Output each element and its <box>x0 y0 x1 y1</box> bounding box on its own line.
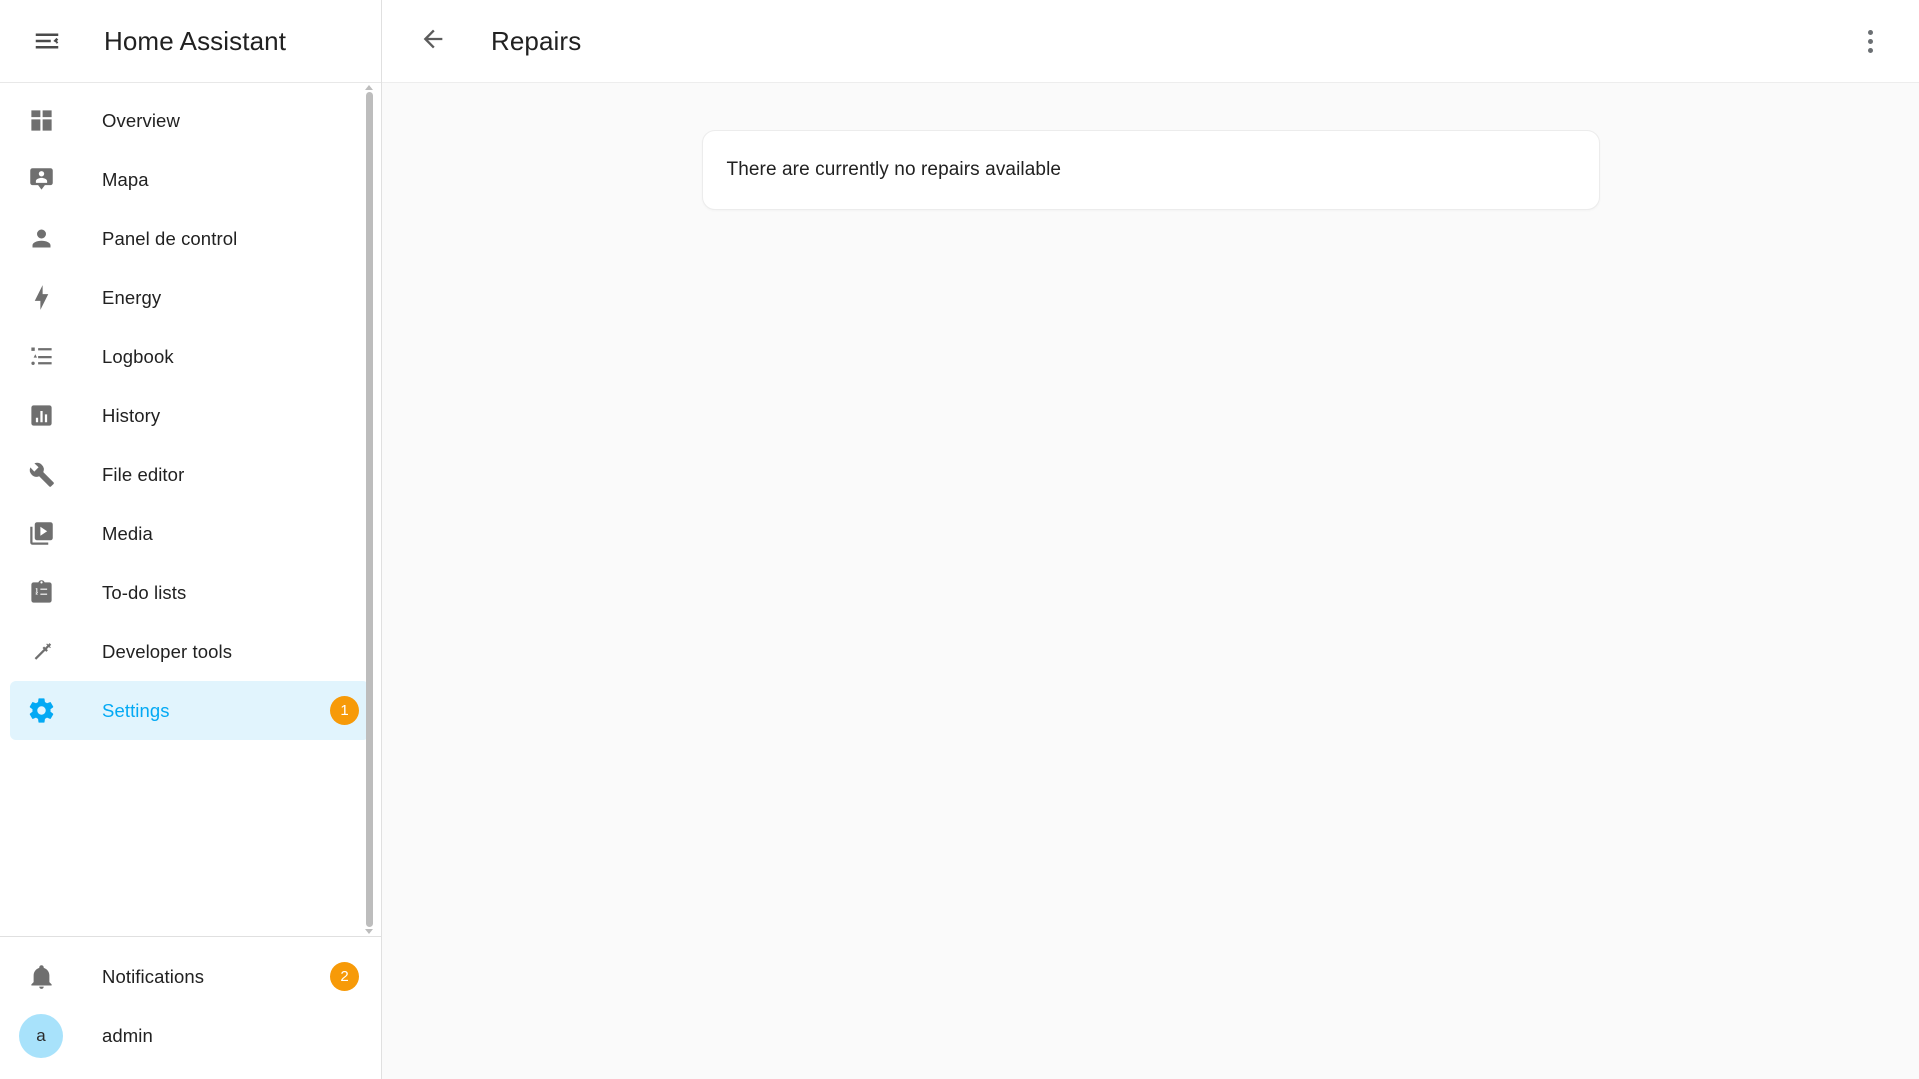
bell-icon <box>24 960 58 994</box>
no-repairs-card: There are currently no repairs available <box>701 130 1600 210</box>
chart-box-icon <box>24 399 58 433</box>
main-content: There are currently no repairs available <box>382 83 1919 1079</box>
sidebar-item-label: Media <box>102 522 153 544</box>
overflow-menu-button[interactable] <box>1841 12 1899 70</box>
scroll-down-arrow-icon[interactable] <box>365 929 373 934</box>
main-area: Repairs There are currently no repairs a… <box>382 0 1919 1079</box>
map-marker-account-icon <box>24 163 58 197</box>
format-list-bulleted-icon <box>24 340 58 374</box>
play-box-multiple-icon <box>24 517 58 551</box>
wrench-icon <box>24 458 58 492</box>
arrow-left-icon <box>419 25 447 58</box>
app-title: Home Assistant <box>104 25 287 56</box>
sidebar-item-label: admin <box>102 1024 153 1046</box>
main-toolbar: Repairs <box>382 0 1919 83</box>
sidebar-item-energy[interactable]: Energy <box>10 268 369 327</box>
sidebar-item-panel-de-control[interactable]: Panel de control <box>10 209 369 268</box>
sidebar-item-history[interactable]: History <box>10 386 369 445</box>
sidebar-item-label: History <box>102 404 161 426</box>
sidebar-item-user[interactable]: a admin <box>10 1006 369 1065</box>
sidebar-item-label: Notifications <box>102 965 205 987</box>
sidebar-item-developer-tools[interactable]: Developer tools <box>10 622 369 681</box>
no-repairs-message: There are currently no repairs available <box>726 159 1062 180</box>
sidebar-header: Home Assistant <box>0 0 381 83</box>
lightning-bolt-icon <box>24 281 58 315</box>
sidebar-item-label: Energy <box>102 286 162 308</box>
sidebar-item-label: To-do lists <box>102 581 187 603</box>
dots-vertical-icon <box>1867 29 1873 53</box>
back-button[interactable] <box>404 12 462 70</box>
scroll-up-arrow-icon[interactable] <box>365 85 373 90</box>
page-title: Repairs <box>491 25 582 56</box>
status-badge: 1 <box>330 696 359 725</box>
hammer-icon <box>24 635 58 669</box>
sidebar-item-notifications[interactable]: Notifications 2 <box>10 947 369 1006</box>
sidebar-item-to-do-lists[interactable]: To-do lists <box>10 563 369 622</box>
sidebar-item-label: Logbook <box>102 345 174 367</box>
sidebar: Home Assistant Overview Mapa Panel de co… <box>0 0 382 1079</box>
sidebar-item-overview[interactable]: Overview <box>10 91 369 150</box>
scrollbar-thumb[interactable] <box>365 92 373 927</box>
sidebar-item-label: Panel de control <box>102 227 238 249</box>
clipboard-list-icon <box>24 576 58 610</box>
sidebar-item-file-editor[interactable]: File editor <box>10 445 369 504</box>
view-dashboard-icon <box>24 104 58 138</box>
account-icon <box>24 222 58 256</box>
sidebar-item-label: Overview <box>102 109 180 131</box>
avatar: a <box>19 1013 63 1058</box>
sidebar-footer: Notifications 2 a admin <box>0 937 381 1079</box>
sidebar-item-label: Settings <box>102 699 170 721</box>
sidebar-nav-list: Overview Mapa Panel de control Energy Lo… <box>0 91 381 740</box>
app-root: Home Assistant Overview Mapa Panel de co… <box>0 0 1919 1079</box>
sidebar-item-media[interactable]: Media <box>10 504 369 563</box>
sidebar-nav-scroll: Overview Mapa Panel de control Energy Lo… <box>0 83 381 936</box>
sidebar-item-label: File editor <box>102 463 185 485</box>
status-badge: 2 <box>330 962 359 991</box>
cog-icon <box>24 694 58 728</box>
menu-open-icon[interactable] <box>18 12 76 70</box>
sidebar-item-label: Mapa <box>102 168 149 190</box>
sidebar-scrollbar[interactable] <box>363 85 375 934</box>
sidebar-item-settings[interactable]: Settings 1 <box>10 681 369 740</box>
sidebar-item-mapa[interactable]: Mapa <box>10 150 369 209</box>
sidebar-item-label: Developer tools <box>102 640 233 662</box>
sidebar-item-logbook[interactable]: Logbook <box>10 327 369 386</box>
